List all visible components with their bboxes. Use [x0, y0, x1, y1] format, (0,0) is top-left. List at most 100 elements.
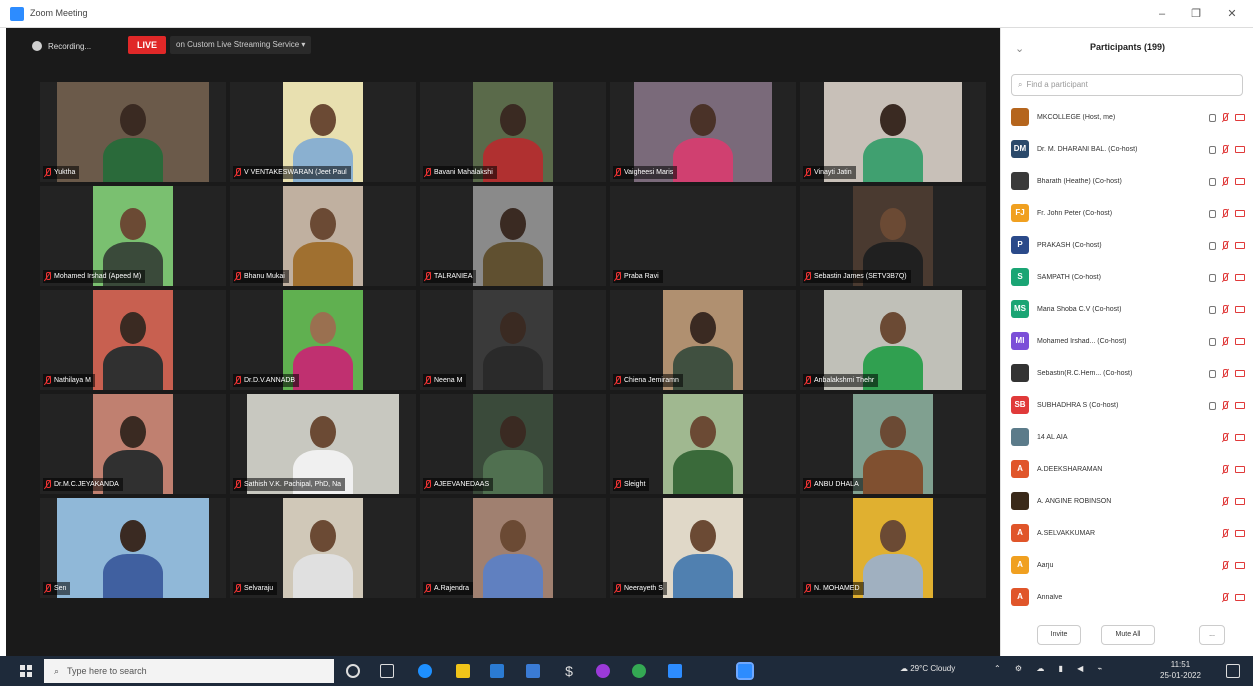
camera-off-icon[interactable] — [1235, 338, 1245, 345]
mic-muted-icon[interactable] — [1223, 529, 1228, 538]
participant-row[interactable]: 14 AL AIA — [1011, 422, 1251, 452]
mic-muted-icon[interactable] — [1223, 241, 1228, 250]
media-app-icon[interactable] — [596, 664, 610, 678]
chrome-icon[interactable] — [632, 664, 646, 678]
video-tile[interactable]: AJEEVANEDAAS — [420, 394, 606, 494]
video-tile[interactable]: Sen — [40, 498, 226, 598]
camera-off-icon[interactable] — [1235, 530, 1245, 537]
participant-row[interactable]: A A.DEEKSHARAMAN — [1011, 454, 1251, 484]
hand-icon[interactable] — [1209, 337, 1216, 346]
mic-muted-icon[interactable] — [1223, 145, 1228, 154]
video-tile[interactable]: Nathilaya M — [40, 290, 226, 390]
video-tile[interactable]: Yuktha — [40, 82, 226, 182]
mic-muted-icon[interactable] — [1223, 177, 1228, 186]
mic-muted-icon[interactable] — [1223, 465, 1228, 474]
video-tile[interactable]: Bhanu Mukai — [230, 186, 416, 286]
file-explorer-icon[interactable] — [456, 664, 470, 678]
dropbox-icon[interactable] — [526, 664, 540, 678]
video-tile[interactable]: V VENTAKESWARAN (Jeet Paul — [230, 82, 416, 182]
live-stream-dropdown[interactable]: on Custom Live Streaming Service ▾ — [170, 36, 312, 54]
mail-app-icon[interactable] — [668, 664, 682, 678]
mic-muted-icon[interactable] — [1223, 401, 1228, 410]
mic-muted-icon[interactable] — [1223, 497, 1228, 506]
video-tile[interactable]: Neerayeth S — [610, 498, 796, 598]
participant-row[interactable]: MKCOLLEGE (Host, me) — [1011, 102, 1251, 132]
mic-muted-icon[interactable] — [1223, 561, 1228, 570]
camera-off-icon[interactable] — [1235, 498, 1245, 505]
task-view-icon[interactable] — [380, 664, 394, 678]
video-tile[interactable]: Sathish V.K. Pachipal, PhD, Na — [230, 394, 416, 494]
camera-off-icon[interactable] — [1235, 562, 1245, 569]
zoom-taskbar-icon[interactable] — [736, 662, 754, 680]
mic-muted-icon[interactable] — [1223, 273, 1228, 282]
participant-row[interactable]: MS Maria Shoba C.V (Co-host) — [1011, 294, 1251, 324]
camera-off-icon[interactable] — [1235, 466, 1245, 473]
system-tray-icons[interactable]: ⌃ ⚙ ☁ ▮ ◀ ⌁ — [994, 664, 1108, 673]
video-tile[interactable]: Selvaraju — [230, 498, 416, 598]
video-tile[interactable]: Anbalakshmi Thehr — [800, 290, 986, 390]
mic-muted-icon[interactable] — [1223, 305, 1228, 314]
participant-row[interactable]: FJ Fr. John Peter (Co-host) — [1011, 198, 1251, 228]
participant-search-input[interactable]: ⌕ Find a participant — [1011, 74, 1243, 96]
maximize-button[interactable]: ❐ — [1186, 6, 1206, 22]
hand-icon[interactable] — [1209, 241, 1216, 250]
minimize-button[interactable]: – — [1152, 6, 1172, 22]
camera-off-icon[interactable] — [1235, 210, 1245, 217]
weather-status[interactable]: ☁ 29°C Cloudy — [900, 664, 955, 673]
hand-icon[interactable] — [1209, 177, 1216, 186]
video-tile[interactable]: Chiena Jemiramn — [610, 290, 796, 390]
taskbar-search-input[interactable]: ⌕ Type here to search — [44, 659, 334, 683]
participant-row[interactable]: A A.SELVAKKUMAR — [1011, 518, 1251, 548]
mute-all-button[interactable]: Mute All — [1101, 625, 1155, 645]
mic-muted-icon[interactable] — [1223, 209, 1228, 218]
recording-indicator[interactable]: Recording... — [32, 38, 91, 54]
participant-row[interactable]: Bharath (Heathe) (Co-host) — [1011, 166, 1251, 196]
camera-off-icon[interactable] — [1235, 274, 1245, 281]
close-button[interactable]: ✕ — [1222, 6, 1242, 22]
hand-icon[interactable] — [1209, 209, 1216, 218]
hand-icon[interactable] — [1209, 145, 1216, 154]
camera-off-icon[interactable] — [1235, 434, 1245, 441]
participant-row[interactable]: A Annalve — [1011, 582, 1251, 612]
participant-row[interactable]: P PRAKASH (Co-host) — [1011, 230, 1251, 260]
video-tile[interactable]: Bavani Mahalakshi — [420, 82, 606, 182]
video-tile[interactable]: N. MOHAMED — [800, 498, 986, 598]
video-tile[interactable]: Sebastin James (SETV3B7Q) — [800, 186, 986, 286]
participant-row[interactable]: Sebastin(R.C.Hem... (Co-host) — [1011, 358, 1251, 388]
store-icon[interactable] — [490, 664, 504, 678]
camera-off-icon[interactable] — [1235, 306, 1245, 313]
notifications-icon[interactable] — [1226, 664, 1240, 678]
camera-off-icon[interactable] — [1235, 178, 1245, 185]
video-tile[interactable]: Dr.M.C.JEYAKANDA — [40, 394, 226, 494]
hand-icon[interactable] — [1209, 369, 1216, 378]
clock[interactable]: 11:51 25-01-2022 — [1160, 659, 1201, 681]
video-tile[interactable]: Mohamed Irshad (Apeed M) — [40, 186, 226, 286]
video-tile[interactable]: A.Rajendra — [420, 498, 606, 598]
video-tile[interactable]: TALRANIEA — [420, 186, 606, 286]
video-tile[interactable]: Praba Ravi — [610, 186, 796, 286]
mic-muted-icon[interactable] — [1223, 433, 1228, 442]
invite-button[interactable]: Invite — [1037, 625, 1081, 645]
camera-off-icon[interactable] — [1235, 242, 1245, 249]
live-badge[interactable]: LIVE — [128, 36, 166, 54]
participant-row[interactable]: DM Dr. M. DHARANI BAL. (Co-host) — [1011, 134, 1251, 164]
hand-icon[interactable] — [1209, 113, 1216, 122]
mic-muted-icon[interactable] — [1223, 337, 1228, 346]
video-tile[interactable]: Neena M — [420, 290, 606, 390]
camera-off-icon[interactable] — [1235, 114, 1245, 121]
hand-icon[interactable] — [1209, 273, 1216, 282]
hand-icon[interactable] — [1209, 305, 1216, 314]
video-tile[interactable]: Vinayti Jatin — [800, 82, 986, 182]
video-tile[interactable]: Dr.D.V.ANNADB — [230, 290, 416, 390]
edge-browser-icon[interactable] — [418, 664, 432, 678]
more-options-button[interactable]: ... — [1199, 625, 1225, 645]
dollar-app-icon[interactable]: $ — [562, 664, 576, 678]
participant-row[interactable]: MI Mohamed Irshad... (Co-host) — [1011, 326, 1251, 356]
video-tile[interactable]: ANBU DHALA — [800, 394, 986, 494]
camera-off-icon[interactable] — [1235, 402, 1245, 409]
camera-off-icon[interactable] — [1235, 594, 1245, 601]
hand-icon[interactable] — [1209, 401, 1216, 410]
mic-muted-icon[interactable] — [1223, 593, 1228, 602]
mic-muted-icon[interactable] — [1223, 113, 1228, 122]
participant-row[interactable]: A. ANGINE ROBINSON — [1011, 486, 1251, 516]
